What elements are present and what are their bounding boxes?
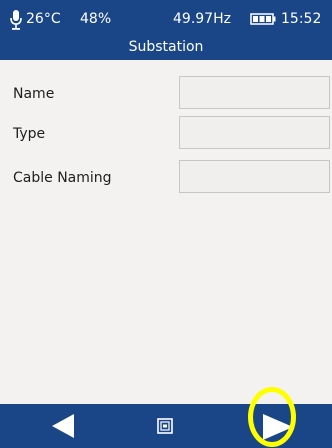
- cable-naming-row: Cable Naming: [0, 160, 332, 194]
- cable-naming-field[interactable]: [179, 160, 330, 193]
- temperature-readout: 26°C: [26, 11, 61, 27]
- microphone-icon: [10, 10, 22, 30]
- battery-icon: [250, 13, 276, 25]
- clock: 15:52: [281, 11, 322, 27]
- form-panel: Name Type Cable Naming: [0, 60, 332, 404]
- menu-icon: [157, 418, 173, 434]
- humidity-readout: 48%: [80, 11, 112, 27]
- name-label: Name: [13, 86, 55, 102]
- menu-button[interactable]: [150, 404, 180, 448]
- name-field[interactable]: [179, 76, 330, 109]
- type-row: Type: [0, 116, 332, 150]
- type-field[interactable]: [179, 116, 330, 149]
- back-button[interactable]: [40, 404, 84, 448]
- cable-naming-label: Cable Naming: [13, 170, 112, 186]
- device-screen: 26°C 48% 49.97Hz 15:52 Substation Name T…: [0, 0, 332, 448]
- back-arrow-icon: [52, 414, 74, 438]
- frequency-readout: 49.97Hz: [173, 11, 231, 27]
- status-bar: 26°C 48% 49.97Hz 15:52 Substation: [0, 0, 332, 60]
- type-label: Type: [13, 126, 46, 142]
- name-row: Name: [0, 76, 332, 110]
- highlight-circle: [248, 387, 296, 447]
- page-title: Substation: [128, 39, 204, 55]
